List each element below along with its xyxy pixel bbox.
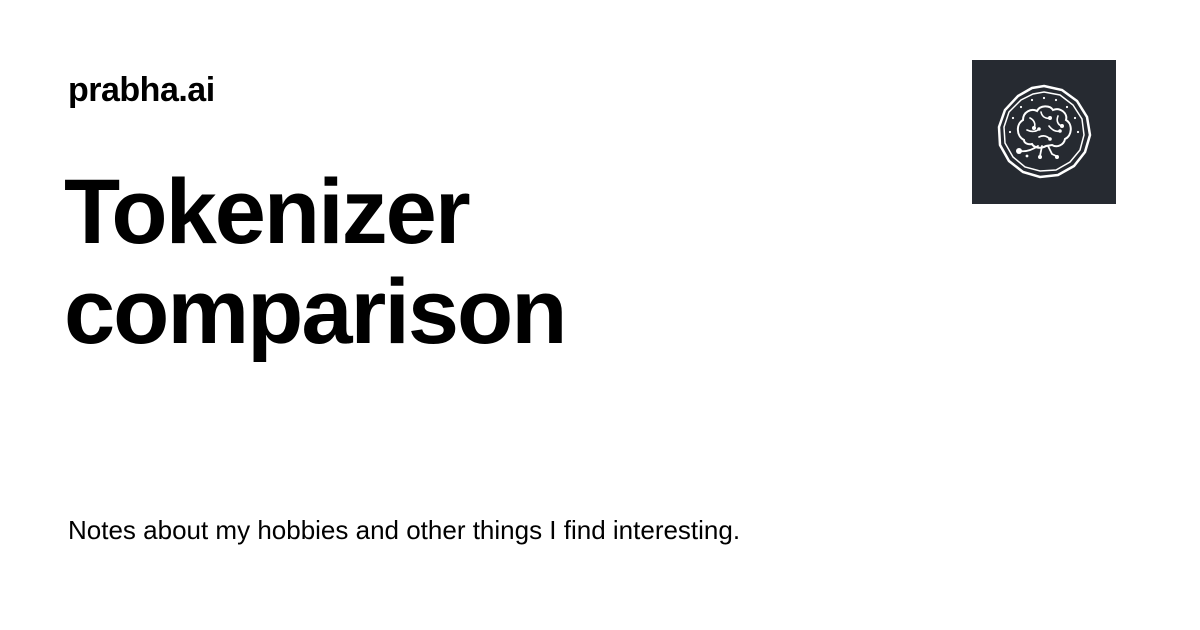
site-name[interactable]: prabha.ai	[68, 68, 215, 112]
brain-circuit-icon	[997, 84, 1092, 179]
page-title-line-1: Tokenizer	[64, 161, 471, 263]
site-logo	[972, 60, 1116, 204]
site-description: Notes about my hobbies and other things …	[68, 515, 741, 545]
page-title: Tokenizer comparison	[64, 162, 884, 362]
page-title-line-2: comparison	[64, 261, 567, 363]
